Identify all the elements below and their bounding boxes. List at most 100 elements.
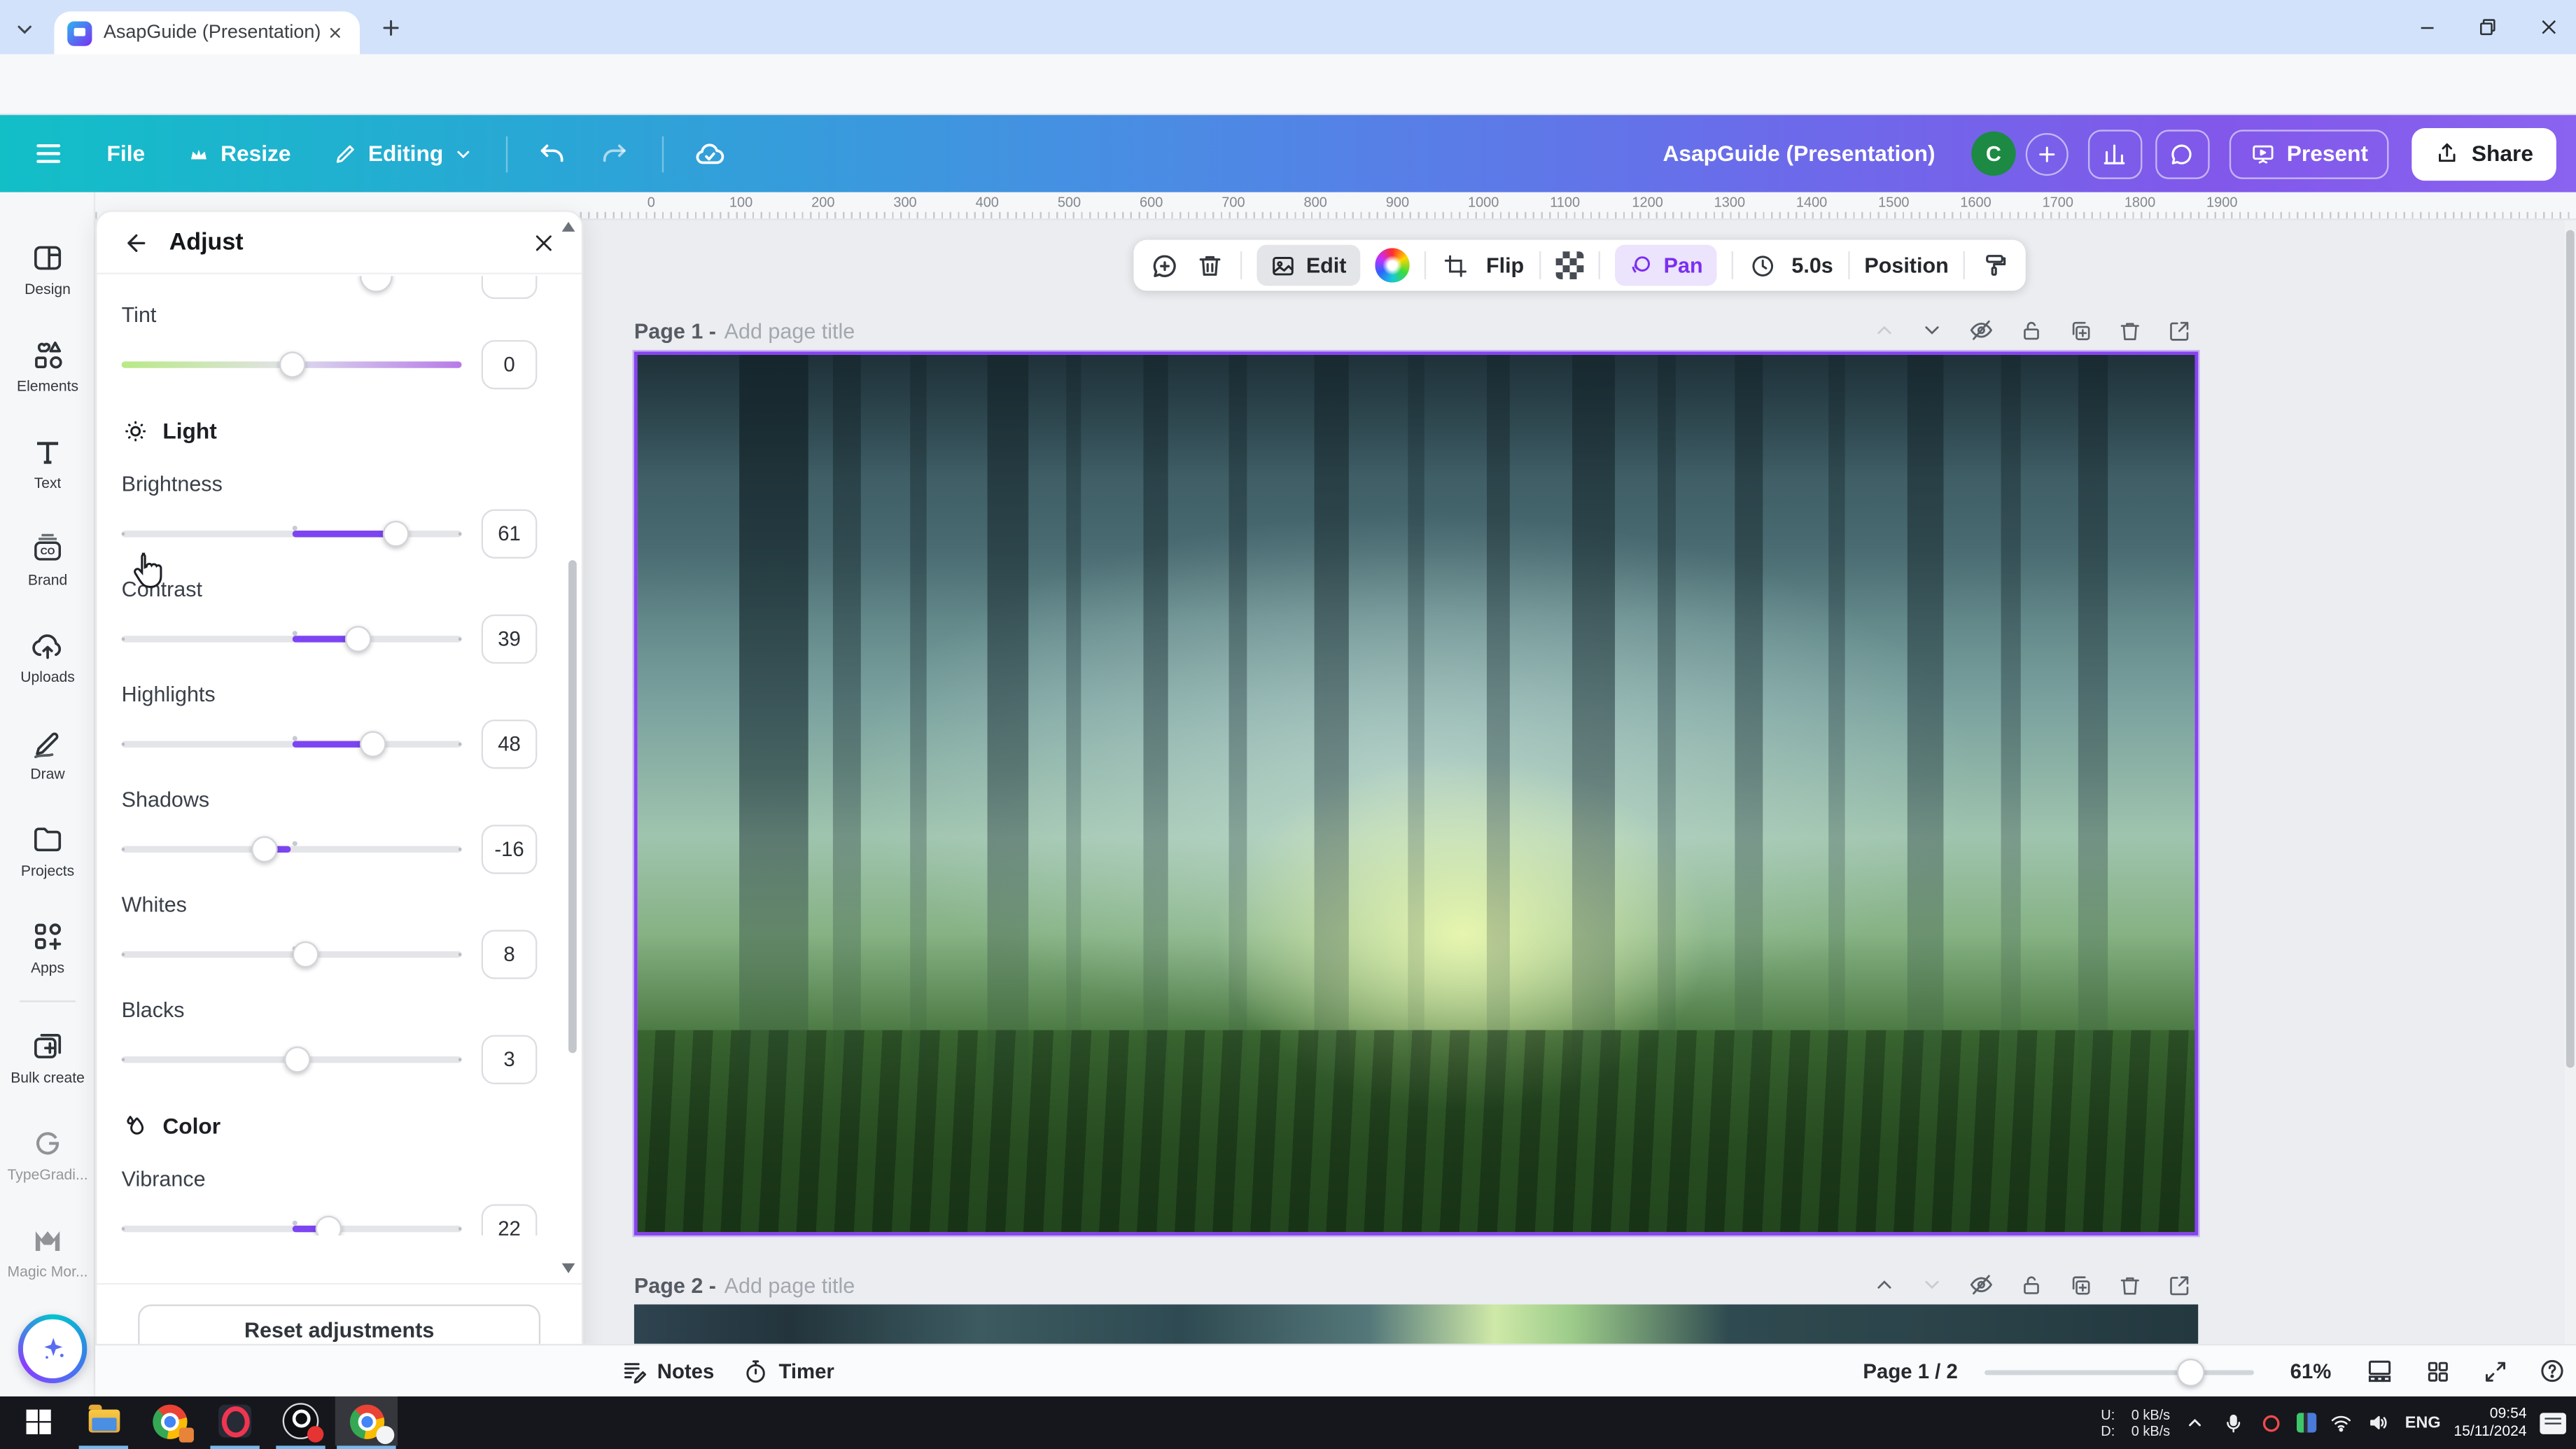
scrollbar-thumb[interactable] (2566, 230, 2575, 1068)
page2-forest-image[interactable] (634, 1304, 2198, 1343)
hide-page-icon[interactable] (1968, 317, 1995, 344)
page-up-icon[interactable] (1873, 318, 1896, 342)
obs-icon[interactable] (270, 1396, 332, 1446)
contrast-slider[interactable] (122, 622, 462, 655)
chrome-active-icon[interactable] (335, 1396, 398, 1446)
slider-knob[interactable] (292, 941, 318, 968)
color-wheel-icon[interactable] (1374, 248, 1408, 282)
microphone-icon[interactable] (2221, 1410, 2246, 1435)
page-down-icon[interactable] (1921, 318, 1944, 342)
sidebar-item-design[interactable]: Design (0, 222, 95, 314)
zoom-slider[interactable] (1984, 1370, 2254, 1375)
page-up-icon[interactable] (1873, 1273, 1896, 1296)
shadows-slider[interactable] (122, 833, 462, 866)
app-tray-icon[interactable] (2297, 1413, 2316, 1432)
comments-icon[interactable] (2155, 129, 2209, 178)
contrast-value[interactable]: 39 (482, 615, 538, 664)
hide-page-icon[interactable] (1968, 1272, 1995, 1298)
transparency-icon[interactable] (1555, 251, 1583, 279)
delete-page-icon[interactable] (2118, 1273, 2142, 1297)
present-button[interactable]: Present (2230, 129, 2390, 178)
delete-page-icon[interactable] (2118, 318, 2142, 342)
copy-style-roller-icon[interactable] (1980, 251, 2011, 279)
panel-scroll-up-arrow[interactable] (562, 222, 575, 232)
insights-chart-icon[interactable] (2088, 129, 2142, 178)
pan-button[interactable]: Pan (1614, 245, 1716, 286)
cropped-slider-knob[interactable] (360, 276, 393, 292)
edit-image-button[interactable]: Edit (1256, 245, 1359, 286)
whites-slider[interactable] (122, 938, 462, 971)
highlights-slider[interactable] (122, 728, 462, 761)
brightness-value[interactable]: 61 (482, 510, 538, 559)
presenter-view-icon[interactable] (2362, 1345, 2395, 1396)
window-minimize-button[interactable] (2402, 8, 2451, 45)
sidebar-item-uploads[interactable]: Uploads (0, 610, 95, 701)
slider-knob[interactable] (360, 731, 386, 757)
back-arrow-icon[interactable] (123, 229, 150, 255)
blacks-slider[interactable] (122, 1043, 462, 1076)
page1-forest-image[interactable] (634, 351, 2198, 1236)
redo-icon[interactable] (599, 139, 629, 168)
sidebar-item-elements[interactable]: Elements (0, 318, 95, 410)
duplicate-page-icon[interactable] (2068, 318, 2093, 342)
help-icon[interactable] (2535, 1345, 2568, 1396)
start-button[interactable] (6, 1396, 69, 1446)
new-tab-button[interactable] (378, 15, 405, 41)
vibrance-value[interactable]: 22 (482, 1204, 538, 1236)
clock[interactable]: 09:54 15/11/2024 (2454, 1405, 2526, 1441)
sidebar-item-draw[interactable]: Draw (0, 706, 95, 798)
sidebar-item-typegradi[interactable]: TypeGradi... (0, 1107, 95, 1199)
highlights-value[interactable]: 48 (482, 720, 538, 769)
wifi-icon[interactable] (2330, 1410, 2354, 1435)
slider-knob[interactable] (382, 521, 409, 547)
page2-title-placeholder[interactable]: Add page title (724, 1273, 855, 1298)
window-close-button[interactable] (2524, 8, 2572, 45)
language-indicator[interactable]: ENG (2405, 1414, 2441, 1432)
volume-icon[interactable] (2367, 1410, 2392, 1435)
panel-scroll-down-arrow[interactable] (562, 1264, 575, 1273)
slider-knob[interactable] (251, 836, 278, 863)
recorder-tray-icon[interactable] (2259, 1410, 2283, 1435)
export-page-icon[interactable] (2167, 318, 2192, 342)
design-title[interactable]: AsapGuide (Presentation) (1662, 141, 1935, 166)
flip-button[interactable]: Flip (1486, 253, 1524, 277)
file-menu[interactable]: File (107, 141, 146, 166)
sidebar-item-projects[interactable]: Projects (0, 804, 95, 895)
sidebar-item-text[interactable]: Text (0, 416, 95, 507)
brightness-slider[interactable] (122, 517, 462, 550)
browser-tab[interactable]: AsapGuide (Presentation) - Pres (54, 11, 360, 54)
sidebar-item-bulkcreate[interactable]: Bulk create (0, 1010, 95, 1102)
whites-value[interactable]: 8 (482, 930, 538, 979)
blacks-value[interactable]: 3 (482, 1035, 538, 1084)
sidebar-item-brand[interactable]: COBrand (0, 512, 95, 604)
lock-page-icon[interactable] (2019, 318, 2043, 342)
opera-icon[interactable] (204, 1396, 266, 1446)
fullscreen-icon[interactable] (2479, 1345, 2512, 1396)
slider-knob[interactable] (284, 1046, 310, 1073)
shadows-value[interactable]: -16 (482, 825, 538, 874)
export-page-icon[interactable] (2167, 1273, 2192, 1297)
notification-center-icon[interactable] (2540, 1412, 2566, 1434)
slider-knob[interactable] (345, 626, 372, 652)
duration-clock-icon[interactable] (1747, 252, 1777, 279)
page1-title-placeholder[interactable]: Add page title (724, 318, 855, 343)
lock-page-icon[interactable] (2019, 1273, 2043, 1297)
sidebar-item-apps[interactable]: Apps (0, 900, 95, 992)
editing-mode-menu[interactable]: Editing (334, 141, 473, 166)
notes-button[interactable]: Notes (621, 1345, 714, 1396)
tab-close-icon[interactable] (322, 20, 346, 45)
panel-scrollbar-thumb[interactable] (568, 560, 577, 1053)
undo-icon[interactable] (537, 139, 566, 168)
add-member-icon[interactable] (2026, 132, 2068, 175)
tint-value[interactable]: 0 (482, 340, 538, 389)
position-button[interactable]: Position (1864, 253, 1948, 277)
page-down-icon[interactable] (1921, 1273, 1944, 1296)
zoom-level[interactable]: 61% (2290, 1345, 2332, 1396)
resize-menu[interactable]: Resize (188, 141, 290, 166)
grid-view-icon[interactable] (2421, 1345, 2454, 1396)
duplicate-page-icon[interactable] (2068, 1273, 2093, 1297)
tint-slider[interactable] (122, 349, 462, 382)
slider-knob[interactable] (279, 351, 305, 378)
delete-trash-icon[interactable] (1194, 251, 1226, 279)
sidebar-item-magicmor[interactable]: Magic Mor... (0, 1204, 95, 1296)
